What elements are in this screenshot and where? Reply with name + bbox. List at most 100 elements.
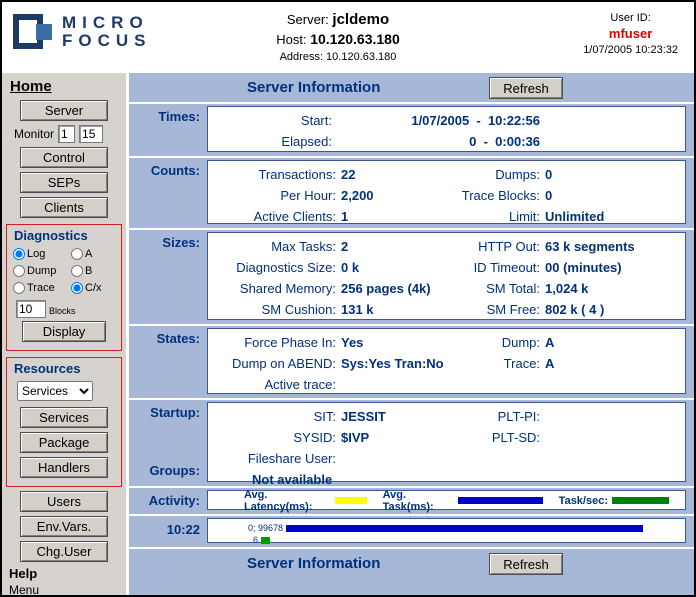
active-clients-pair: Active Clients:1 bbox=[208, 206, 456, 227]
blocks-input[interactable] bbox=[16, 300, 46, 318]
radio-a-label: A bbox=[85, 248, 92, 260]
counts-row-label: Counts: bbox=[129, 158, 207, 228]
menu-link[interactable]: Menu bbox=[9, 583, 39, 597]
micro-focus-logo-icon bbox=[12, 11, 54, 53]
page-title-bottom: Server Information bbox=[247, 555, 380, 572]
radio-log[interactable]: Log bbox=[13, 245, 71, 262]
transactions-value: 22 bbox=[336, 164, 355, 185]
startup-row-label-col: Startup: Groups: bbox=[129, 400, 207, 486]
trace-state-pair: Trace:A bbox=[456, 353, 685, 374]
dumps-label: Dumps: bbox=[456, 164, 540, 185]
server-button[interactable]: Server bbox=[20, 100, 108, 121]
shared-memory-value: 256 pages (4k) bbox=[336, 278, 431, 299]
transactions-label: Transactions: bbox=[208, 164, 336, 185]
chg-user-button[interactable]: Chg.User bbox=[20, 541, 108, 562]
dumps-value: 0 bbox=[540, 164, 552, 185]
activity-chart-box: 0; 99678 6 bbox=[207, 518, 686, 543]
refresh-button-top[interactable]: Refresh bbox=[489, 77, 563, 99]
legend-latency-label: Avg. Latency(ms): bbox=[244, 489, 331, 513]
activity-chart-row: 10:22 0; 99678 6 bbox=[129, 516, 694, 549]
chart-line-1: 0; 99678 bbox=[208, 522, 685, 534]
plt-pi-value bbox=[540, 406, 545, 427]
blocks-label: Blocks bbox=[49, 306, 76, 318]
env-vars-button[interactable]: Env.Vars. bbox=[20, 516, 108, 537]
plt-sd-label: PLT-SD: bbox=[456, 427, 540, 448]
logo-line2: FOCUS bbox=[62, 32, 152, 50]
radio-trace[interactable]: Trace bbox=[13, 279, 71, 296]
groups-row-label: Groups: bbox=[129, 463, 200, 478]
radio-log-input[interactable] bbox=[13, 248, 25, 260]
monitor-interval-input[interactable] bbox=[58, 125, 75, 143]
id-timeout-pair: ID Timeout:00 (minutes) bbox=[456, 257, 685, 278]
sysid-label: SYSID: bbox=[208, 427, 336, 448]
radio-cx-label: C/x bbox=[85, 282, 102, 294]
radio-cx[interactable]: C/x bbox=[71, 279, 119, 296]
sm-cushion-pair: SM Cushion:131 k bbox=[208, 299, 456, 320]
radio-trace-input[interactable] bbox=[13, 282, 25, 294]
help-label: Help bbox=[9, 566, 126, 581]
states-box: Force Phase In:Yes Dump on ABEND:Sys:Yes… bbox=[207, 328, 686, 394]
chart-line-1-bar bbox=[286, 525, 643, 532]
counts-box: Transactions:22 Per Hour:2,200 Active Cl… bbox=[207, 160, 686, 224]
header-user-block: User ID: mfuser 1/07/2005 10:23:32 bbox=[583, 12, 678, 56]
activity-row: Activity: Avg. Latency(ms): Avg. Task(ms… bbox=[129, 488, 694, 516]
limit-pair: Limit:Unlimited bbox=[456, 206, 685, 227]
elapsed-value: 0 - 0:00:36 bbox=[332, 131, 540, 152]
monitor-count-input[interactable] bbox=[79, 125, 103, 143]
home-link[interactable]: Home bbox=[10, 78, 52, 95]
dump-state-value: A bbox=[540, 332, 554, 353]
radio-cx-input[interactable] bbox=[71, 282, 83, 294]
startup-box: SIT:JESSIT SYSID:$IVP Fileshare User: PL… bbox=[207, 402, 686, 482]
sm-total-label: SM Total: bbox=[456, 278, 540, 299]
radio-trace-label: Trace bbox=[27, 282, 55, 294]
dump-on-abend-value: Sys:Yes Tran:No bbox=[336, 353, 444, 374]
radio-a-input[interactable] bbox=[71, 248, 83, 260]
start-line: Start: 1/07/2005 - 10:22:56 bbox=[208, 110, 685, 131]
sit-label: SIT: bbox=[208, 406, 336, 427]
sit-pair: SIT:JESSIT bbox=[208, 406, 456, 427]
services-button[interactable]: Services bbox=[20, 407, 108, 428]
per-hour-value: 2,200 bbox=[336, 185, 374, 206]
active-clients-label: Active Clients: bbox=[208, 206, 336, 227]
radio-dump-input[interactable] bbox=[13, 265, 25, 277]
max-tasks-value: 2 bbox=[336, 236, 348, 257]
elapsed-line: Elapsed: 0 - 0:00:36 bbox=[208, 131, 685, 152]
counts-row: Counts: Transactions:22 Per Hour:2,200 A… bbox=[129, 158, 694, 230]
radio-b[interactable]: B bbox=[71, 262, 119, 279]
user-id-label: User ID: bbox=[583, 12, 678, 24]
users-button[interactable]: Users bbox=[20, 491, 108, 512]
sizes-row: Sizes: Max Tasks:2 Diagnostics Size:0 k … bbox=[129, 230, 694, 326]
sizes-row-label: Sizes: bbox=[129, 230, 207, 324]
resources-select[interactable]: Services bbox=[17, 381, 93, 401]
resources-title: Resources bbox=[14, 361, 119, 376]
force-phase-in-value: Yes bbox=[336, 332, 363, 353]
legend-latency: Avg. Latency(ms): bbox=[244, 489, 367, 513]
transactions-pair: Transactions:22 bbox=[208, 164, 456, 185]
radio-dump[interactable]: Dump bbox=[13, 262, 71, 279]
max-tasks-pair: Max Tasks:2 bbox=[208, 236, 456, 257]
radio-a[interactable]: A bbox=[71, 245, 119, 262]
start-value: 1/07/2005 - 10:22:56 bbox=[332, 110, 540, 131]
legend-task-sec: Task/sec: bbox=[559, 495, 669, 507]
micro-focus-logo-text: MICRO FOCUS bbox=[62, 14, 152, 50]
active-trace-pair: Active trace: bbox=[208, 374, 456, 395]
user-id-value: mfuser bbox=[583, 26, 678, 41]
sm-total-value: 1,024 k bbox=[540, 278, 588, 299]
handlers-button[interactable]: Handlers bbox=[20, 457, 108, 478]
display-button[interactable]: Display bbox=[22, 321, 106, 342]
start-label: Start: bbox=[208, 110, 332, 131]
header-timestamp: 1/07/2005 10:23:32 bbox=[583, 44, 678, 56]
radio-b-input[interactable] bbox=[71, 265, 83, 277]
monitor-label: Monitor bbox=[14, 127, 54, 141]
radio-dump-label: Dump bbox=[27, 265, 56, 277]
id-timeout-value: 00 (minutes) bbox=[540, 257, 622, 278]
control-button[interactable]: Control bbox=[20, 147, 108, 168]
refresh-button-bottom[interactable]: Refresh bbox=[489, 553, 563, 575]
radio-b-label: B bbox=[85, 265, 92, 277]
app-window: MICRO FOCUS Server: jcldemo Host: 10.120… bbox=[0, 0, 696, 597]
package-button[interactable]: Package bbox=[20, 432, 108, 453]
sm-free-pair: SM Free:802 k ( 4 ) bbox=[456, 299, 685, 320]
seps-button[interactable]: SEPs bbox=[20, 172, 108, 193]
clients-button[interactable]: Clients bbox=[20, 197, 108, 218]
sizes-box: Max Tasks:2 Diagnostics Size:0 k Shared … bbox=[207, 232, 686, 320]
